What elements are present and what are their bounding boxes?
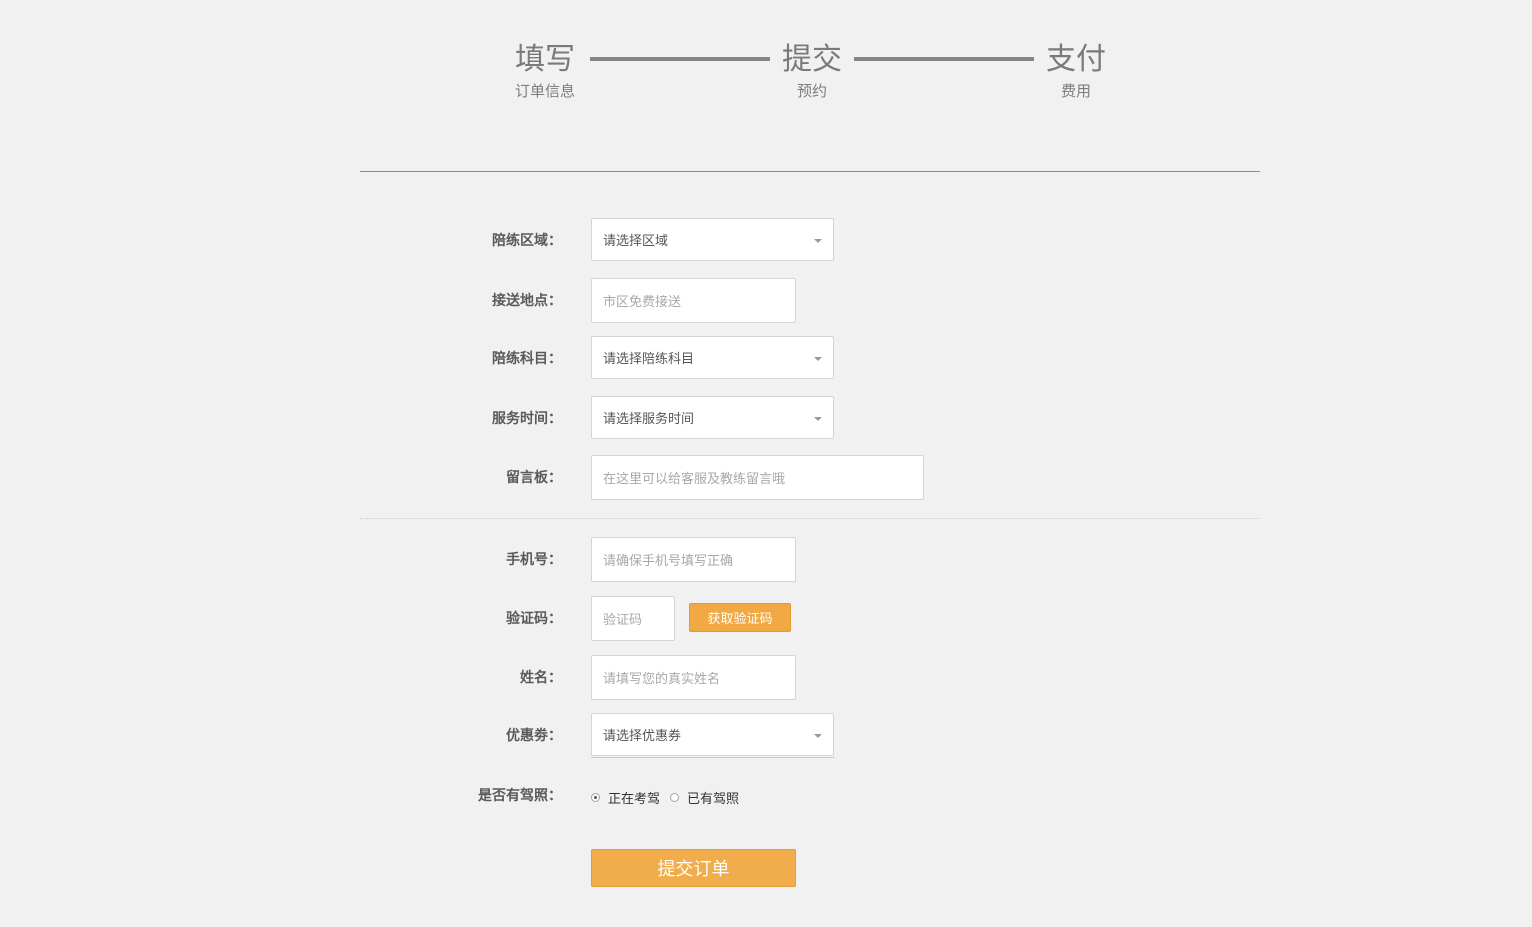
step-connector	[854, 57, 1034, 61]
radio-has-license[interactable]: 已有驾照	[670, 788, 739, 807]
license-radio-group: 正在考驾 已有驾照	[591, 787, 749, 807]
code-label: 验证码：	[506, 611, 562, 627]
message-placeholder: 在这里可以给客服及教练留言哦	[603, 472, 786, 487]
code-input[interactable]: 验证码	[591, 596, 675, 641]
chevron-down-icon	[814, 356, 822, 361]
step-submit: 提交 预约	[772, 42, 852, 101]
area-select[interactable]: 请选择区域	[591, 218, 834, 261]
step-subtitle: 预约	[796, 82, 827, 100]
area-select-value: 请选择区域	[603, 234, 669, 249]
time-label: 服务时间：	[492, 411, 562, 427]
time-select-value: 请选择服务时间	[603, 412, 695, 427]
radio-taking-exam[interactable]: 正在考驾	[591, 788, 660, 807]
section-divider	[360, 518, 1260, 519]
get-code-button[interactable]: 获取验证码	[689, 603, 791, 632]
name-placeholder: 请填写您的真实姓名	[603, 672, 721, 687]
radio-checked-icon[interactable]	[591, 792, 600, 802]
message-input[interactable]: 在这里可以给客服及教练留言哦	[591, 455, 924, 500]
phone-placeholder: 请确保手机号填写正确	[603, 554, 734, 569]
radio-label: 正在考驾	[608, 791, 661, 807]
time-select[interactable]: 请选择服务时间	[591, 396, 834, 439]
phone-label: 手机号：	[506, 552, 562, 568]
chevron-down-icon	[814, 733, 822, 738]
pickup-label: 接送地点：	[492, 293, 562, 309]
license-label: 是否有驾照：	[478, 788, 562, 804]
step-subtitle: 费用	[1060, 82, 1091, 100]
radio-label: 已有驾照	[687, 791, 740, 807]
subject-label: 陪练科目：	[492, 351, 562, 367]
area-label: 陪练区域：	[492, 233, 562, 249]
subject-select[interactable]: 请选择陪练科目	[591, 336, 834, 379]
step-title: 填写	[515, 42, 575, 77]
pickup-input[interactable]: 市区免费接送	[591, 278, 796, 323]
select-underline	[591, 757, 835, 758]
pickup-placeholder: 市区免费接送	[603, 295, 682, 310]
step-connector	[590, 57, 770, 61]
step-title: 支付	[1046, 42, 1106, 77]
coupon-select[interactable]: 请选择优惠券	[591, 713, 834, 756]
progress-steps: 填写 订单信息 提交 预约 支付 费用	[0, 0, 1532, 110]
chevron-down-icon	[814, 416, 822, 421]
name-input[interactable]: 请填写您的真实姓名	[591, 655, 796, 700]
step-pay: 支付 费用	[1036, 42, 1116, 101]
step-subtitle: 订单信息	[514, 82, 575, 100]
message-label: 留言板：	[506, 470, 562, 486]
phone-input[interactable]: 请确保手机号填写正确	[591, 537, 796, 582]
step-title: 提交	[782, 42, 842, 77]
radio-unchecked-icon[interactable]	[670, 792, 680, 802]
header-divider	[360, 171, 1260, 172]
coupon-select-value: 请选择优惠券	[603, 729, 682, 744]
chevron-down-icon	[814, 238, 822, 243]
name-label: 姓名：	[520, 670, 562, 686]
subject-select-value: 请选择陪练科目	[603, 352, 695, 367]
coupon-label: 优惠劵：	[506, 728, 562, 744]
code-placeholder: 验证码	[603, 613, 643, 628]
step-fill-order: 填写 订单信息	[505, 42, 585, 101]
submit-order-button[interactable]: 提交订单	[591, 849, 796, 887]
